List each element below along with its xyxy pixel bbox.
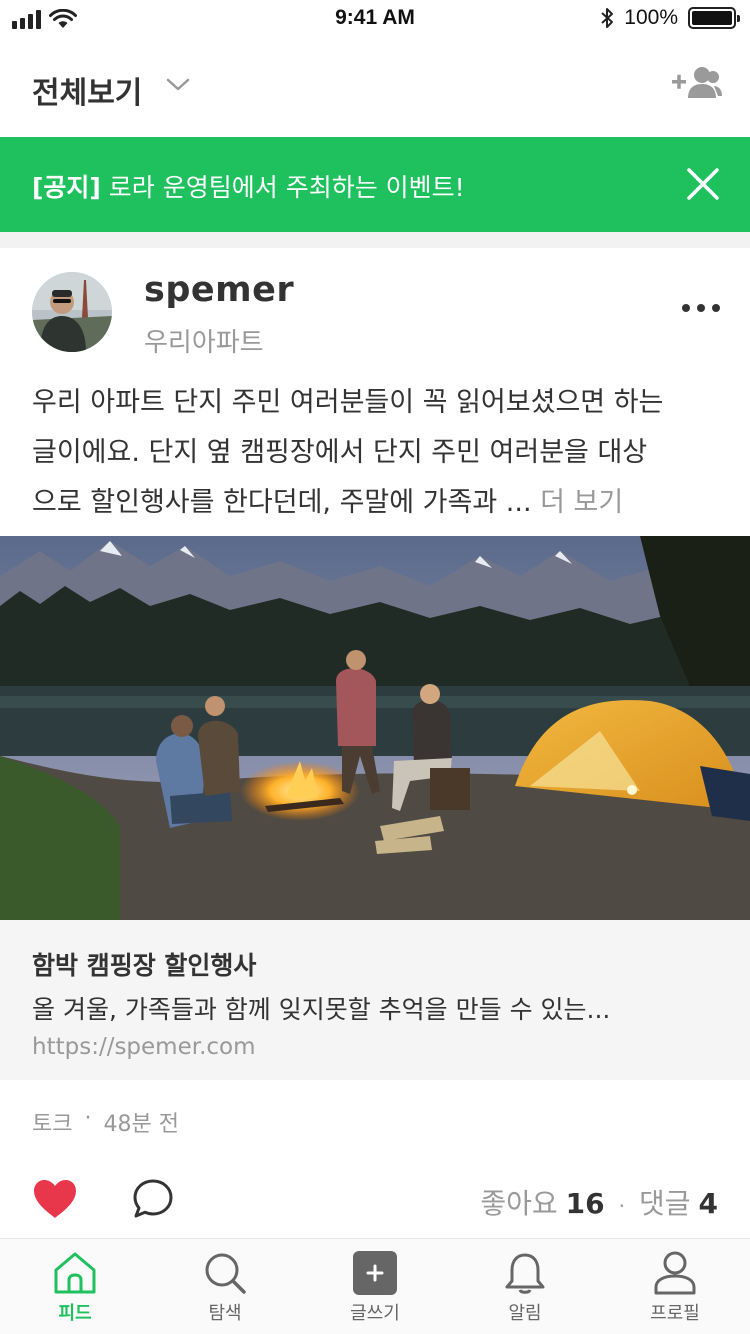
section-divider <box>0 232 750 248</box>
tab-explore[interactable]: 탐색 <box>150 1239 300 1334</box>
tab-label: 글쓰기 <box>350 1303 400 1324</box>
plus-square-icon <box>353 1251 397 1295</box>
battery-icon <box>688 7 740 29</box>
heart-icon[interactable] <box>32 1178 78 1220</box>
post-body-line: 으로 할인행사를 한다던데, 주말에 가족과 ... <box>32 487 541 518</box>
close-icon[interactable] <box>686 167 720 201</box>
tab-feed[interactable]: 피드 <box>0 1239 150 1334</box>
link-preview-card[interactable]: 함박 캠핑장 할인행사 올 겨울, 가족들과 함께 잊지못할 추억을 만들 수 … <box>0 920 750 1080</box>
notice-text: [공지] 로라 운영팀에서 주최하는 이벤트! <box>32 168 465 204</box>
post-body-line: 글이에요. 단지 옆 캠핑장에서 단지 주민 여러분을 대상 <box>32 437 648 468</box>
top-header: 전체보기 <box>0 40 750 136</box>
avatar[interactable] <box>32 272 112 352</box>
likes-label: 좋아요 <box>480 1187 558 1220</box>
home-icon <box>54 1252 96 1294</box>
post-body-line: 우리 아파트 단지 주민 여러분들이 꼭 읽어보셨으면 하는 <box>32 387 664 418</box>
tab-label: 탐색 <box>208 1303 242 1324</box>
chevron-down-icon[interactable] <box>165 76 191 94</box>
bluetooth-icon <box>601 8 614 28</box>
search-icon <box>205 1253 246 1294</box>
post-body: 우리 아파트 단지 주민 여러분들이 꼭 읽어보셨으면 하는 글이에요. 단지 … <box>32 378 722 528</box>
post-actions: 좋아요 16 · 댓글 4 <box>0 1160 750 1240</box>
engagement-counts: 좋아요 16 · 댓글 4 <box>480 1182 718 1222</box>
see-more-link[interactable]: 더 보기 <box>540 487 623 518</box>
post-body-line-last: 으로 할인행사를 한다던데, 주말에 가족과 ... 더 보기 <box>32 478 722 528</box>
post-photo[interactable] <box>0 536 750 920</box>
tab-label: 알림 <box>508 1303 542 1324</box>
add-friend-icon[interactable] <box>672 66 722 102</box>
comments-count[interactable]: 4 <box>699 1187 718 1220</box>
post-category[interactable]: 토크 <box>32 1106 72 1138</box>
tab-label: 프로필 <box>650 1303 700 1324</box>
author-name[interactable]: spemer <box>144 270 294 310</box>
comment-icon[interactable] <box>132 1178 174 1220</box>
battery-percent: 100% <box>624 6 678 29</box>
tab-profile[interactable]: 프로필 <box>600 1239 750 1334</box>
link-description: 올 겨울, 가족들과 함께 잊지못할 추억을 만들 수 있는... <box>32 995 611 1024</box>
tab-label: 피드 <box>58 1303 92 1324</box>
bell-icon <box>505 1253 545 1294</box>
more-options-icon[interactable] <box>682 304 720 312</box>
feed-filter-title[interactable]: 전체보기 <box>32 68 142 112</box>
link-url: https://spemer.com <box>32 1034 256 1060</box>
link-title: 함박 캠핑장 할인행사 <box>32 951 257 980</box>
notice-tag: [공지] <box>32 173 101 202</box>
comments-label: 댓글 <box>638 1187 691 1220</box>
likes-count[interactable]: 16 <box>566 1187 605 1220</box>
meta-separator: · <box>84 1106 92 1131</box>
counts-separator: · <box>618 1194 625 1218</box>
notice-message: 로라 운영팀에서 주최하는 이벤트! <box>100 173 465 202</box>
status-bar: 9:41 AM 100% <box>0 0 750 40</box>
tab-write[interactable]: 글쓰기 <box>300 1239 450 1334</box>
tab-notifications[interactable]: 알림 <box>450 1239 600 1334</box>
post-meta: 토크 · 48분 전 <box>32 1106 179 1138</box>
person-icon <box>654 1251 696 1295</box>
notice-banner[interactable]: [공지] 로라 운영팀에서 주최하는 이벤트! <box>0 137 750 232</box>
bottom-tab-bar: 피드 탐색 글쓰기 알림 프로필 <box>0 1238 750 1334</box>
post-time: 48분 전 <box>103 1112 179 1137</box>
community-name[interactable]: 우리아파트 <box>144 322 264 359</box>
